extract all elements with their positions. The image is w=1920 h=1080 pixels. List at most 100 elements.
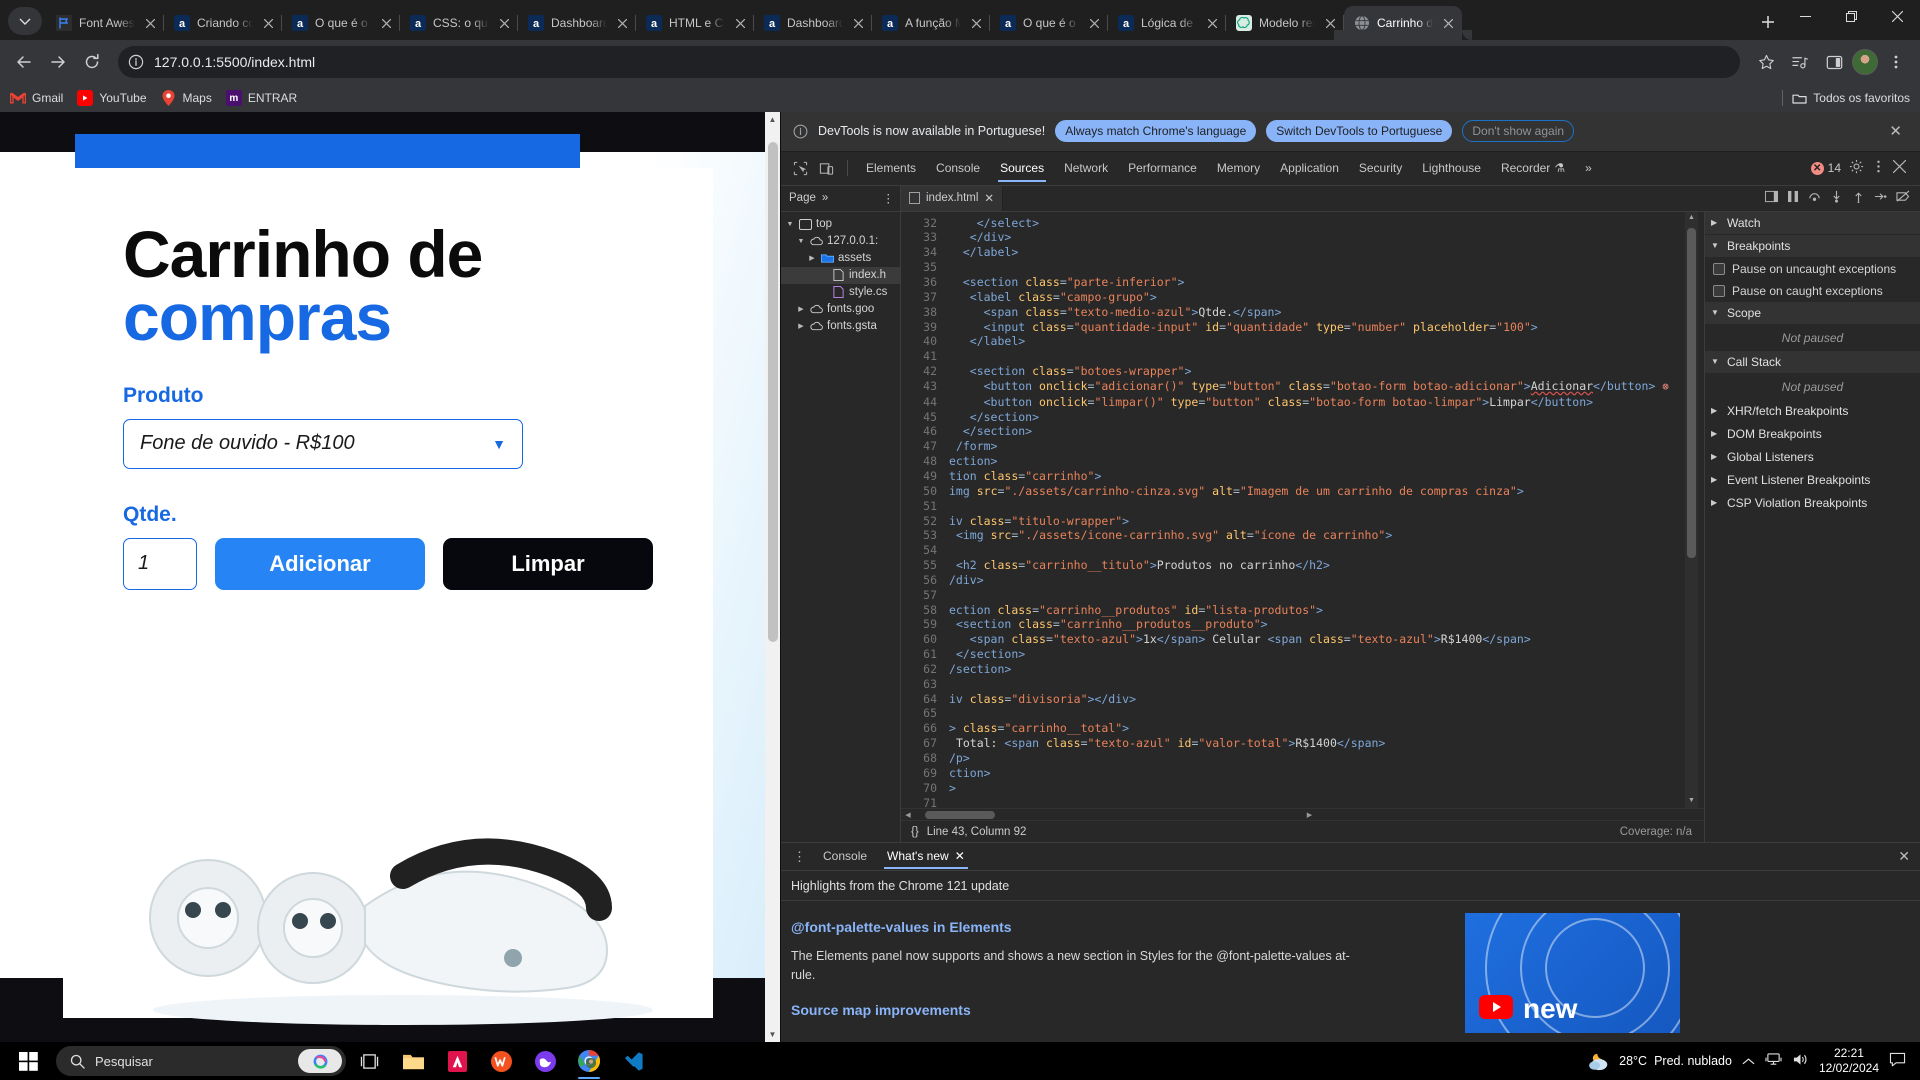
csp-violation-breakpoints-section[interactable]: ▶ CSP Violation Breakpoints [1705,491,1920,515]
tree-toggle-icon[interactable]: ▶ [807,254,817,262]
whats-new-section2-title[interactable]: Source map improvements [791,1002,1920,1018]
chrome-menu-button[interactable] [1880,46,1912,78]
side-panel-button[interactable] [1818,46,1850,78]
tab-item[interactable]: a A função Ma [872,6,990,40]
code-area[interactable]: 32 </select> 33 </div> 34 </label> 35 36… [901,211,1704,809]
error-marker-icon[interactable]: ⊗ [1662,380,1669,393]
pause-uncaught-checkbox[interactable]: Pause on uncaught exceptions [1705,258,1920,280]
editor-horizontal-scrollbar[interactable]: ◀ ▶ [901,808,1704,821]
global-listeners-section[interactable]: ▶ Global Listeners [1705,445,1920,469]
chrome-button[interactable] [568,1042,610,1080]
bookmark-youtube[interactable]: YouTube [77,90,147,106]
tree-toggle-icon[interactable]: ▶ [796,322,806,330]
hscroll-right-arrow[interactable]: ▶ [1303,811,1317,819]
event-listener-breakpoints-section[interactable]: ▶ Event Listener Breakpoints [1705,468,1920,492]
tab-item[interactable]: a O que é o D [990,6,1108,40]
devtools-tab-lighthouse[interactable]: Lighthouse [1412,155,1491,182]
hscroll-left-arrow[interactable]: ◀ [901,811,915,819]
tab-close-icon[interactable] [968,15,984,31]
tab-close-icon[interactable] [614,15,630,31]
file-tree-item[interactable]: ▶ assets [781,250,900,267]
dom-breakpoints-section[interactable]: ▶ DOM Breakpoints [1705,422,1920,446]
devtools-tab-recorder[interactable]: Recorder ⚗ [1491,155,1575,182]
devtools-tab-security[interactable]: Security [1349,155,1412,182]
file-tree-item[interactable]: ▶ fonts.goo [781,301,900,318]
dont-show-again-button[interactable]: Don't show again [1462,120,1575,143]
scroll-down-arrow[interactable]: ▼ [1685,797,1698,806]
file-tree-item[interactable]: style.cs [781,284,900,301]
start-button[interactable] [6,1042,50,1080]
close-devtools-icon[interactable] [1892,159,1907,176]
nav-menu-icon[interactable]: ⋮ [883,191,901,205]
tab-whats-new-close-icon[interactable]: ✕ [955,849,965,863]
file-tree-item[interactable]: ▶ fonts.gsta [781,318,900,335]
devtools-tab-application[interactable]: Application [1270,155,1349,182]
scroll-up-arrow[interactable]: ▲ [765,112,780,127]
tab-item[interactable]: a CSS: o que é [400,6,518,40]
close-notice-icon[interactable]: ✕ [1889,122,1908,140]
tab-item[interactable]: a Dashboard | [518,6,636,40]
show-debugger-sidebar-icon[interactable] [1765,190,1778,206]
editor-scrollbar-thumb[interactable] [1687,227,1696,558]
error-counter[interactable]: ✕ 14 [1810,161,1841,175]
adicionar-button[interactable]: Adicionar [215,537,425,590]
scroll-up-arrow[interactable]: ▲ [1685,214,1698,223]
editor-vertical-scrollbar[interactable]: ▲ ▼ [1685,211,1698,809]
hscroll-track[interactable] [915,810,1303,819]
tab-close-icon[interactable] [732,15,748,31]
produto-select[interactable]: Fone de ouvido - R$100 ▼ [123,418,523,469]
pause-script-icon[interactable] [1787,190,1799,206]
reload-button[interactable] [76,46,108,78]
tab-item[interactable]: a Dashboard | [754,6,872,40]
vscode-button[interactable] [612,1042,654,1080]
tab-close-icon[interactable] [142,15,158,31]
devtools-tab-network[interactable]: Network [1054,155,1118,182]
file-tab-close-icon[interactable]: ✕ [984,191,994,205]
limpar-button[interactable]: Limpar [443,537,653,590]
tree-toggle-icon[interactable]: ▶ [796,305,806,313]
tab-close-icon[interactable] [496,15,512,31]
devtools-tab-performance[interactable]: Performance [1118,155,1207,182]
tab-item[interactable]: Modelo resu [1226,6,1344,40]
minimize-button[interactable] [1782,0,1828,32]
code-content[interactable]: 32 </select> 33 </div> 34 </label> 35 36… [901,212,1704,808]
maximize-button[interactable] [1828,0,1874,32]
nav-more-icon[interactable]: » [822,192,828,204]
tab-whats-new[interactable]: What's new ✕ [878,844,974,869]
tab-item[interactable]: a O que é o HT [282,6,400,40]
bookmark-gmail[interactable]: Gmail [10,90,63,106]
more-panels-button[interactable]: » [1575,155,1602,182]
bookmark-star-button[interactable] [1750,46,1782,78]
site-info-icon[interactable] [126,52,146,72]
all-bookmarks-button[interactable]: Todos os favoritos [1791,90,1910,106]
deactivate-breakpoints-icon[interactable] [1896,190,1910,206]
profile-avatar[interactable] [1852,49,1878,75]
media-control-button[interactable] [1784,46,1816,78]
scope-section[interactable]: ▼ Scope [1705,301,1920,325]
adobe-button[interactable] [436,1042,478,1080]
forward-button[interactable] [42,46,74,78]
new-tab-button[interactable] [1754,8,1782,36]
step-over-icon[interactable] [1808,190,1821,206]
back-button[interactable] [8,46,40,78]
devtools-menu-icon[interactable] [1872,159,1885,177]
tab-search-button[interactable] [8,7,42,35]
drawer-menu-icon[interactable]: ⋮ [787,849,812,865]
volume-icon[interactable] [1792,1052,1809,1070]
format-code-icon[interactable]: {} [911,826,919,838]
tab-active[interactable]: Carrinho de c [1344,6,1472,40]
breakpoints-section[interactable]: ▼ Breakpoints [1705,234,1920,258]
bookmark-maps[interactable]: Maps [161,90,212,106]
page-scrollbar[interactable]: ▲ ▼ [765,112,780,1042]
bookmark-entrar[interactable]: m ENTRAR [225,90,297,106]
file-tree-item[interactable]: ▼ top [781,216,900,233]
tab-close-icon[interactable] [260,15,276,31]
devtools-settings-icon[interactable] [1849,159,1864,177]
whats-new-video-thumbnail[interactable]: new [1465,913,1680,1033]
taskbar-clock[interactable]: 22:21 12/02/2024 [1819,1046,1879,1076]
tab-close-icon[interactable] [850,15,866,31]
inspect-element-icon[interactable] [787,156,813,180]
weather-widget[interactable]: 28°C Pred. nublado [1588,1051,1732,1071]
whats-new-section1-title[interactable]: @font-palette-values in Elements [791,919,1920,935]
tab-close-icon[interactable] [378,15,394,31]
